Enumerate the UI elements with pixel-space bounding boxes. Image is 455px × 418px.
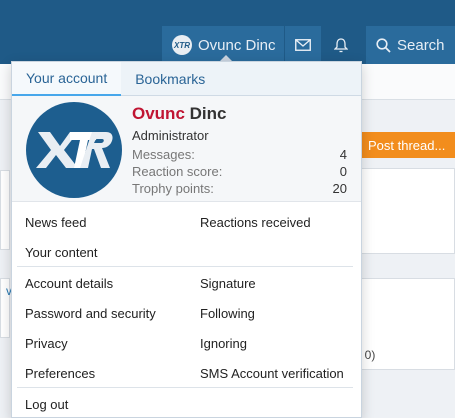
link-sms-verification[interactable]: SMS Account verification (200, 366, 344, 381)
stat-label: Reaction score: (132, 164, 223, 179)
link-signature[interactable]: Signature (200, 276, 256, 291)
link-log-out[interactable]: Log out (25, 397, 68, 412)
profile-role: Administrator (132, 128, 209, 143)
stat-value: 0 (339, 164, 347, 179)
bell-icon (334, 37, 348, 52)
stat-reaction-score: Reaction score: 0 (132, 163, 347, 180)
xtr-logo (36, 132, 113, 168)
avatar[interactable] (26, 102, 122, 198)
stat-value: 4 (339, 147, 347, 162)
account-dropdown-menu: Your account Bookmarks Ovunc Dinc Admini… (11, 61, 362, 418)
alerts-nav[interactable] (322, 26, 360, 64)
link-news-feed[interactable]: News feed (25, 215, 86, 230)
profile-first-name: Ovunc (132, 104, 185, 123)
tab-your-account[interactable]: Your account (12, 62, 122, 96)
stat-value: 20 (332, 181, 347, 196)
tab-bookmarks[interactable]: Bookmarks (121, 62, 219, 96)
stat-trophy-points: Trophy points: 20 (132, 180, 347, 197)
stat-label: Messages: (132, 147, 195, 162)
menu-tabs: Your account Bookmarks (12, 62, 361, 96)
envelope-icon (295, 39, 311, 51)
nav-user-name: Ovunc Dinc (198, 36, 276, 54)
link-preferences[interactable]: Preferences (25, 366, 95, 381)
stat-label: Trophy points: (132, 181, 214, 196)
profile-stats: Messages: 4 Reaction score: 0 Trophy poi… (132, 146, 347, 197)
search-label: Search (397, 36, 445, 54)
background-card (0, 170, 10, 250)
link-reactions-received[interactable]: Reactions received (200, 215, 311, 230)
profile-summary: Ovunc Dinc Administrator Messages: 4 Rea… (12, 96, 361, 202)
link-account-details[interactable]: Account details (25, 276, 113, 291)
background-card (350, 168, 455, 254)
search-icon (376, 37, 391, 53)
post-thread-button[interactable]: Post thread... (356, 132, 455, 158)
divider (17, 387, 353, 388)
messages-nav[interactable] (285, 26, 321, 64)
stat-messages: Messages: 4 (132, 146, 347, 163)
divider (17, 266, 353, 267)
link-your-content[interactable]: Your content (25, 245, 98, 260)
user-avatar-small: XTR (172, 35, 192, 55)
link-following[interactable]: Following (200, 306, 255, 321)
link-privacy[interactable]: Privacy (25, 336, 68, 351)
link-ignoring[interactable]: Ignoring (200, 336, 247, 351)
link-password-security[interactable]: Password and security (25, 306, 156, 321)
search-nav[interactable]: Search (366, 26, 455, 64)
profile-name[interactable]: Ovunc Dinc (132, 104, 226, 124)
profile-last-name: Dinc (189, 104, 227, 123)
